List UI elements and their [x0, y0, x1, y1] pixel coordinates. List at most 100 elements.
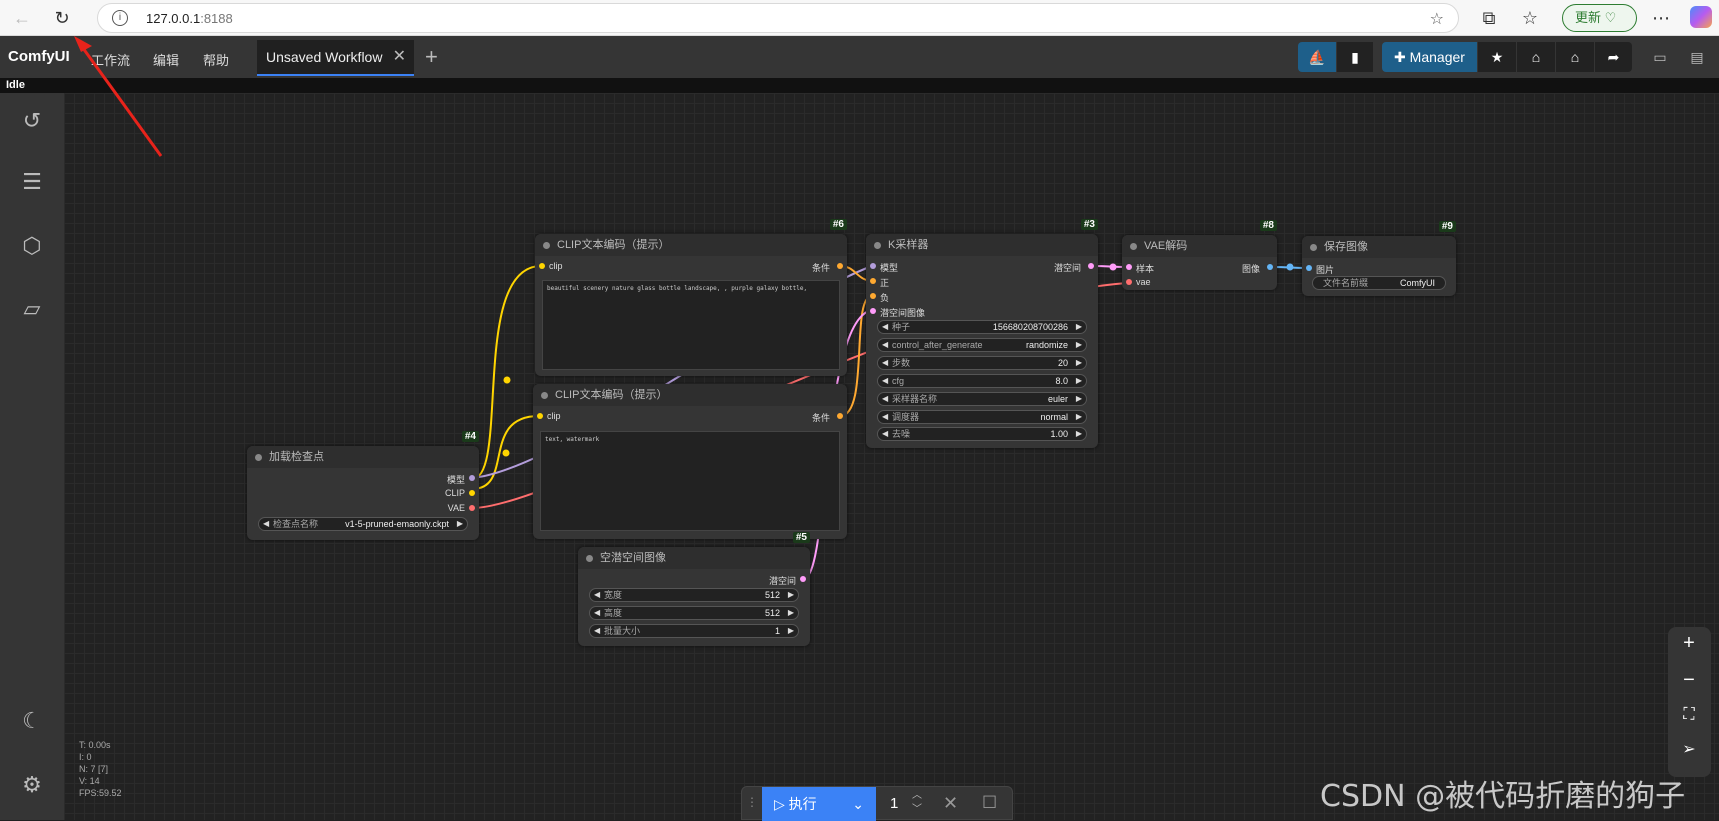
node-id-badge: #3 [1080, 219, 1098, 230]
slot-label: 样本 [1136, 264, 1155, 274]
prompt-textarea[interactable]: text, watermark [540, 431, 840, 531]
slot-label: 潜空间 [1053, 263, 1081, 273]
model-input-slot[interactable] [870, 263, 876, 269]
queue-prompt-button[interactable]: ▷ 执行 ⌄ [762, 787, 876, 821]
info-icon[interactable]: i [112, 10, 128, 26]
chevron-down-icon[interactable]: ⌄ [852, 787, 864, 821]
history-icon[interactable]: ↺ [18, 107, 46, 135]
filename-prefix-widget[interactable]: 文件名前缀 ComfyUI [1312, 276, 1446, 290]
star-icon[interactable]: ★ [1478, 42, 1516, 72]
ckpt-name-widget[interactable]: ◀ 检查点名称 v1-5-pruned-emaonly.ckpt ▶ [258, 517, 468, 531]
node-save-image[interactable]: #9 保存图像 图片 文件名前缀 ComfyUI [1302, 221, 1456, 296]
drag-handle-icon[interactable]: ⋮ [746, 795, 758, 809]
node-title: CLIP文本编码（提示） [533, 384, 847, 406]
extensions-icon[interactable]: ⧉ [1477, 6, 1501, 30]
height-widget[interactable]: ◀ 高度 512 ▶ [589, 606, 799, 620]
slot-label: 条件 [811, 413, 830, 423]
model-output-slot[interactable] [469, 475, 475, 481]
conditioning-output-slot[interactable] [837, 413, 843, 419]
tab-unsaved-workflow[interactable]: Unsaved Workflow ✕ [257, 40, 414, 76]
clip-input-slot[interactable] [537, 413, 543, 419]
close-tab-icon[interactable]: ✕ [393, 40, 406, 74]
node-title: CLIP文本编码（提示） [535, 234, 847, 256]
share-icon[interactable]: ➦ [1595, 42, 1632, 72]
vae-input-slot[interactable] [1126, 279, 1132, 285]
update-button[interactable]: 更新 ♡ [1562, 4, 1637, 32]
node-vae-decode[interactable]: #8 VAE解码 样本 vae 图像 [1122, 220, 1277, 290]
control-after-generate-widget[interactable]: ◀ control_after_generate randomize ▶ [877, 338, 1087, 352]
denoise-widget[interactable]: ◀ 去噪 1.00 ▶ [877, 427, 1087, 441]
seed-widget[interactable]: ◀ 种子 156680208700286 ▶ [877, 320, 1087, 334]
latent-output-slot[interactable] [800, 576, 806, 582]
back-icon[interactable]: ← [10, 6, 34, 30]
navigate-icon[interactable]: ➢ [1678, 739, 1700, 761]
cfg-widget[interactable]: ◀ cfg 8.0 ▶ [877, 374, 1087, 388]
theme-moon-icon[interactable]: ☾ [18, 707, 46, 735]
samples-input-slot[interactable] [1126, 264, 1132, 270]
model-download-icon[interactable]: ⌂ [1556, 42, 1594, 72]
panel-toggle-icon[interactable]: ▤ [1685, 42, 1709, 72]
node-id-badge: #8 [1259, 220, 1277, 231]
images-input-slot[interactable] [1306, 265, 1312, 271]
queue-icon[interactable]: ⛵ [1298, 42, 1336, 72]
zoom-in-icon[interactable]: + [1678, 632, 1700, 654]
stat-vertices: V: 14 [79, 776, 100, 786]
fit-view-icon[interactable]: ⛶ [1678, 704, 1700, 726]
steps-widget[interactable]: ◀ 步数 20 ▶ [877, 356, 1087, 370]
favorite-star-icon[interactable]: ☆ [1430, 9, 1444, 29]
manager-button[interactable]: ✚ Manager [1382, 42, 1477, 72]
workflows-folder-icon[interactable]: ▱ [18, 295, 46, 323]
model-library-icon[interactable]: ⬡ [18, 232, 46, 260]
prompt-textarea[interactable]: beautiful scenery nature glass bottle la… [542, 280, 840, 370]
count-stepper-icon[interactable]: ︿ ﹀ [912, 789, 922, 817]
clip-input-slot[interactable] [539, 263, 545, 269]
node-load-checkpoint[interactable]: #4 加载检查点 模型 CLIP VAE ◀ 检查点名称 v1-5-pruned-e… [247, 431, 479, 540]
menu-edit[interactable]: 编辑 [153, 50, 179, 69]
run-toolbar: ⋮ ▷ 执行 ⌄ 1 ︿ ﹀ ✕ ☐ [741, 786, 1013, 821]
favorites-icon[interactable]: ☆ [1518, 6, 1542, 30]
zoom-out-icon[interactable]: − [1678, 669, 1700, 691]
image-output-slot[interactable] [1267, 264, 1273, 270]
queue-list-icon[interactable]: ☰ [18, 168, 46, 196]
sampler-name-widget[interactable]: ◀ 采样器名称 euler ▶ [877, 392, 1087, 406]
stop-icon[interactable]: ☐ [982, 793, 997, 813]
stat-iterations: I: 0 [79, 752, 92, 762]
node-title: VAE解码 [1122, 235, 1277, 257]
node-id-badge: #9 [1438, 221, 1456, 232]
latent-input-slot[interactable] [870, 308, 876, 314]
node-id-badge: #5 [792, 532, 810, 543]
menu-workflow[interactable]: 工作流 [91, 50, 130, 69]
bookmark-icon[interactable]: ▮ [1337, 42, 1373, 72]
slot-label: 图像 [1241, 264, 1260, 274]
clip-output-slot[interactable] [469, 490, 475, 496]
scheduler-widget[interactable]: ◀ 调度器 normal ▶ [877, 410, 1087, 424]
batch-count-input[interactable]: 1 [890, 795, 898, 812]
positive-input-slot[interactable] [870, 278, 876, 284]
slot-label: 条件 [811, 263, 830, 273]
zoom-controls: + − ⛶ ➢ [1668, 627, 1711, 777]
copilot-icon[interactable] [1690, 6, 1712, 28]
width-widget[interactable]: ◀ 宽度 512 ▶ [589, 588, 799, 602]
conditioning-output-slot[interactable] [837, 263, 843, 269]
model-icon[interactable]: ⌂ [1517, 42, 1555, 72]
more-menu-icon[interactable]: ⋯ [1649, 6, 1673, 30]
menu-help[interactable]: 帮助 [203, 50, 229, 69]
settings-gear-icon[interactable]: ⚙ [18, 771, 46, 799]
node-ksampler[interactable]: #3 K采样器 模型 正 负 潜空间图像 潜空间 ◀ 种子 156680208700… [866, 219, 1098, 448]
url-text: 127.0.0.1:8188 [146, 11, 233, 26]
node-empty-latent-image[interactable]: #5 空潜空间图像 潜空间 ◀ 宽度 512 ▶ ◀ 高度 512 ▶ ◀ 批量大小 1 ▶ [578, 532, 810, 646]
node-clip-text-encode-positive[interactable]: #6 CLIP文本编码（提示） clip 条件 beautiful scener… [535, 219, 847, 376]
batch-size-widget[interactable]: ◀ 批量大小 1 ▶ [589, 624, 799, 638]
negative-input-slot[interactable] [870, 293, 876, 299]
address-bar[interactable]: i 127.0.0.1:8188 ☆ [97, 3, 1459, 33]
slot-label: CLIP [444, 488, 465, 498]
vae-output-slot[interactable] [469, 505, 475, 511]
latent-output-slot[interactable] [1088, 263, 1094, 269]
slot-label: 潜空间 [768, 576, 796, 586]
reload-icon[interactable]: ↻ [50, 6, 74, 30]
node-clip-text-encode-negative[interactable]: CLIP文本编码（提示） clip 条件 text, watermark [533, 384, 847, 539]
add-tab-icon[interactable]: + [425, 44, 438, 70]
cancel-icon[interactable]: ✕ [943, 793, 958, 814]
slot-label: vae [1136, 277, 1151, 287]
bottom-panel-icon[interactable]: ▭ [1648, 42, 1672, 72]
